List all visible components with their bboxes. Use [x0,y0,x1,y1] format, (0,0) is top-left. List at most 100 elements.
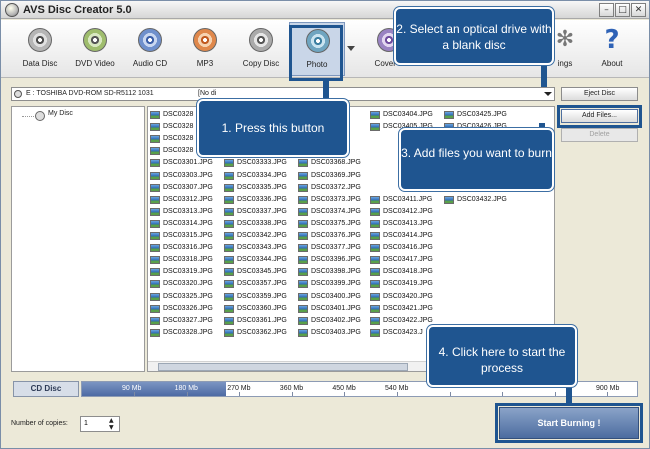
file-name: DSC03334.JPG [237,171,287,179]
gear-icon: ✻ [555,27,575,52]
image-thumbnail-icon [370,111,380,119]
file-name: DSC03420.JPG [383,292,433,300]
image-thumbnail-icon [150,135,160,144]
file-name: DSC03361.JPG [237,316,287,324]
image-thumbnail-icon [150,292,160,301]
image-thumbnail-icon [150,256,160,265]
file-name: DSC03344.JPG [237,256,287,264]
file-name: DSC03425.JPG [457,111,507,118]
file-name: DSC03423.J [383,328,423,336]
scrollbar-thumb[interactable] [158,363,408,371]
image-thumbnail-icon [150,159,160,168]
image-thumbnail-icon [224,268,234,277]
chevron-down-icon[interactable] [544,92,552,96]
image-thumbnail-icon [224,183,234,192]
spin-down-icon[interactable]: ▼ [109,424,114,431]
capacity-tick-label: 180 Mb [174,385,198,392]
image-thumbnail-icon [298,244,308,253]
disc-icon [35,111,45,121]
eject-disc-button[interactable]: Eject Disc [561,87,638,101]
file-name: DSC03401.JPG [311,304,361,312]
delete-button[interactable]: Delete [561,128,638,142]
image-thumbnail-icon [444,111,454,119]
image-thumbnail-icon [224,159,234,168]
image-thumbnail-icon [150,304,160,313]
callout-step-1: 1. Press this button [197,99,349,157]
capacity-fill [82,382,227,396]
image-thumbnail-icon [370,244,380,253]
image-thumbnail-icon [370,316,380,325]
image-thumbnail-icon [370,304,380,313]
file-name: DSC03369.JPG [311,171,361,179]
disc-tree[interactable]: My Disc [11,106,145,372]
toolbar-about-button[interactable]: ? About [584,22,640,76]
app-disc-icon [5,3,19,17]
file-name: DSC03360.JPG [237,304,287,312]
callout-step-2: 2. Select an optical drive with a blank … [394,7,554,65]
image-thumbnail-icon [370,328,380,337]
image-thumbnail-icon [224,244,234,253]
image-thumbnail-icon [224,219,234,228]
file-name: DSC03314.JPG [163,219,213,227]
file-name: DSC03338.JPG [237,219,287,227]
image-thumbnail-icon [150,268,160,277]
spin-up-icon[interactable]: ▲ [109,417,114,424]
image-thumbnail-icon [224,207,234,216]
image-thumbnail-icon [298,304,308,313]
image-thumbnail-icon [224,328,234,337]
file-name: DSC03398.JPG [311,268,361,276]
image-thumbnail-icon [298,232,308,240]
capacity-tick-label: 900 Mb [596,385,620,392]
file-name: DSC03318.JPG [163,256,213,264]
file-name: DSC03373.JPG [311,195,361,203]
file-name: DSC03320.JPG [163,280,213,288]
file-name: DSC0328 [163,123,194,131]
capacity-tick-mark [502,392,504,396]
image-thumbnail-icon [150,123,160,132]
minimize-button[interactable]: – [599,3,614,17]
capacity-tick-label: 450 Mb [332,385,356,392]
image-thumbnail-icon [298,171,308,180]
callout-text: 2. Select an optical drive with a blank … [396,22,552,52]
toolbar-label: MP3 [196,59,214,68]
toolbar-copy-disc-button[interactable]: Copy Disc [233,22,289,76]
file-name: DSC03375.JPG [311,219,361,227]
callout-pointer [323,80,329,101]
image-thumbnail-icon [298,268,308,277]
image-thumbnail-icon [298,219,308,228]
file-name: DSC0328 [163,135,194,143]
image-thumbnail-icon [370,292,380,301]
callout-text: 1. Press this button [221,121,325,135]
toolbar-data-disc-button[interactable]: Data Disc [12,22,68,76]
image-thumbnail-icon [370,280,380,289]
close-button[interactable]: ✕ [631,3,646,17]
add-files-highlight [557,105,642,128]
photo-dropdown-arrow-icon[interactable] [347,46,355,51]
copies-stepper[interactable]: 1 [80,416,120,432]
tree-root-label[interactable]: My Disc [48,110,73,117]
file-name: DSC03313.JPG [163,207,213,215]
file-name: DSC03357.JPG [237,280,287,288]
capacity-tick-label: 90 Mb [122,385,142,392]
maximize-button[interactable]: □ [615,3,630,17]
file-name: DSC03404.JPG [383,111,433,118]
image-thumbnail-icon [150,280,160,289]
image-thumbnail-icon [224,280,234,289]
disc-type-label[interactable]: CD Disc [13,381,79,397]
image-thumbnail-icon [370,123,380,132]
toolbar-audio-cd-button[interactable]: Audio CD [122,22,178,76]
file-name: DSC03301.JPG [163,159,213,167]
file-name: DSC03402.JPG [311,316,361,324]
file-name: DSC03343.JPG [237,244,287,252]
toolbar-dvd-video-button[interactable]: DVD Video [67,22,123,76]
image-thumbnail-icon [298,292,308,301]
file-name: DSC03418.JPG [383,268,433,276]
toolbar-mp3-button[interactable]: MP3 [177,22,233,76]
file-name: DSC03316.JPG [163,244,213,252]
file-name: DSC03368.JPG [311,159,361,167]
image-thumbnail-icon [370,256,380,265]
question-mark-icon: ? [604,25,620,55]
image-thumbnail-icon [150,111,160,119]
image-thumbnail-icon [298,280,308,289]
image-thumbnail-icon [150,147,160,156]
